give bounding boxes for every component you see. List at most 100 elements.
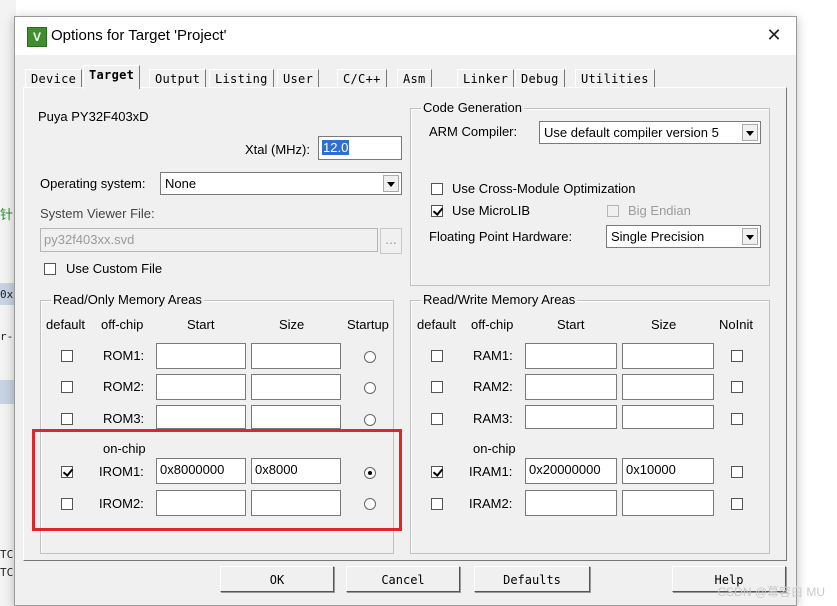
tab-strip: Device Target Output Listing User C/C++ … [25,65,785,89]
rom3-startup-radio[interactable] [364,414,376,426]
rom2-startup-radio[interactable] [364,382,376,394]
rom3-label: ROM3: [103,411,145,426]
keil-app-icon: V [27,27,47,47]
rw-header-noinit: NoInit [719,317,753,332]
rom2-default-checkbox[interactable] [61,381,73,393]
ram2-start-input[interactable] [525,374,617,400]
use-custom-file-checkbox[interactable] [44,263,56,275]
background-text: TC [0,548,14,561]
rw-memory-title: Read/Write Memory Areas [421,292,578,307]
code-generation-group: Code Generation ARM Compiler: Use defaul… [410,100,770,286]
xtal-input[interactable]: 12.0 [318,136,402,160]
close-button[interactable]: ✕ [759,22,789,50]
cross-module-checkbox[interactable] [431,183,443,195]
xtal-label: Xtal (MHz): [245,142,310,157]
microlib-checkbox[interactable] [431,205,443,217]
svf-label: System Viewer File: [40,206,155,221]
title-bar: V Options for Target 'Project' ✕ [15,17,796,55]
ram2-default-checkbox[interactable] [431,381,443,393]
tab-listing[interactable]: Listing [209,69,274,88]
arm-compiler-select[interactable]: Use default compiler version 5 [539,121,761,144]
iram2-label: IRAM2: [469,496,513,511]
arm-compiler-label: ARM Compiler: [429,124,518,139]
chevron-down-icon [742,124,758,141]
ram1-default-checkbox[interactable] [431,350,443,362]
rom2-size-input[interactable] [251,374,341,400]
iram2-start-input[interactable] [525,490,617,516]
rw-header-offchip: off-chip [471,317,514,332]
ram3-size-input[interactable] [622,405,714,429]
arm-compiler-value: Use default compiler version 5 [544,125,719,140]
ro-header-size: Size [279,317,305,332]
tab-asm[interactable]: Asm [397,69,432,88]
device-name: Puya PY32F403xD [38,109,149,124]
ram1-size-input[interactable] [622,343,714,369]
rom1-startup-radio[interactable] [364,351,376,363]
tab-linker[interactable]: Linker [457,69,515,88]
chevron-down-icon [742,228,758,245]
ro-header-start: Start [187,317,215,332]
ro-header-default: default [46,317,86,332]
tab-target[interactable]: Target [83,65,141,89]
tab-user[interactable]: User [277,69,320,88]
rom2-start-input[interactable] [156,374,246,400]
rom1-size-input[interactable] [251,343,341,369]
ram3-noinit-checkbox[interactable] [731,413,743,425]
ro-memory-title: Read/Only Memory Areas [51,292,204,307]
iram1-start-input[interactable]: 0x20000000 [525,458,617,484]
iram2-default-checkbox[interactable] [431,498,443,510]
rom3-default-checkbox[interactable] [61,413,73,425]
os-value: None [165,176,197,191]
ram2-noinit-checkbox[interactable] [731,381,743,393]
fpu-label: Floating Point Hardware: [429,229,573,244]
iram1-size-input[interactable]: 0x10000 [622,458,714,484]
tab-utilities[interactable]: Utilities [575,69,655,88]
cross-module-label: Use Cross-Module Optimization [452,181,636,196]
big-endian-checkbox[interactable] [607,205,619,217]
ram1-noinit-checkbox[interactable] [731,350,743,362]
iram1-noinit-checkbox[interactable] [731,466,743,478]
fpu-select[interactable]: Single Precision [606,225,761,248]
tab-c-cpp[interactable]: C/C++ [337,69,387,88]
ram3-default-checkbox[interactable] [431,413,443,425]
use-custom-file-label: Use Custom File [66,261,163,276]
rom1-label: ROM1: [103,348,145,363]
tab-output[interactable]: Output [149,69,207,88]
os-select[interactable]: None [160,172,402,195]
ram2-label: RAM2: [473,379,513,394]
defaults-button[interactable]: Defaults [474,566,590,592]
rom3-start-input[interactable] [156,405,246,429]
background-highlight [0,380,14,404]
ro-header-startup: Startup [347,317,389,332]
rw-onchip-label: on-chip [473,441,516,456]
iram1-label: IRAM1: [469,464,513,479]
ro-header-offchip: off-chip [101,317,144,332]
rom3-size-input[interactable] [251,405,341,429]
ram1-label: RAM1: [473,348,513,363]
background-text: TC [0,566,14,579]
chevron-down-icon [383,175,399,192]
iram1-default-checkbox[interactable] [431,466,443,478]
ram3-start-input[interactable] [525,405,617,429]
xtal-value: 12.0 [322,140,350,155]
tab-debug[interactable]: Debug [515,69,565,88]
rom1-default-checkbox[interactable] [61,350,73,362]
microlib-label: Use MicroLIB [452,203,531,218]
watermark: CSDN @幕容白 MU [717,585,825,599]
svf-browse-button[interactable]: ... [380,228,402,254]
iram2-noinit-checkbox[interactable] [731,498,743,510]
background-text: 0x [0,288,14,301]
rw-memory-group: Read/Write Memory Areas default off-chip… [410,292,770,554]
svf-input[interactable]: py32f403xx.svd [40,228,378,252]
cancel-button[interactable]: Cancel [346,566,460,592]
background-text: 针 [0,208,14,223]
ok-button[interactable]: OK [220,566,334,592]
tab-device[interactable]: Device [25,69,83,88]
big-endian-label: Big Endian [628,203,691,218]
iram2-size-input[interactable] [622,490,714,516]
rom1-start-input[interactable] [156,343,246,369]
ram1-start-input[interactable] [525,343,617,369]
rw-header-default: default [417,317,457,332]
window-title: Options for Target 'Project' [51,27,227,44]
ram2-size-input[interactable] [622,374,714,400]
